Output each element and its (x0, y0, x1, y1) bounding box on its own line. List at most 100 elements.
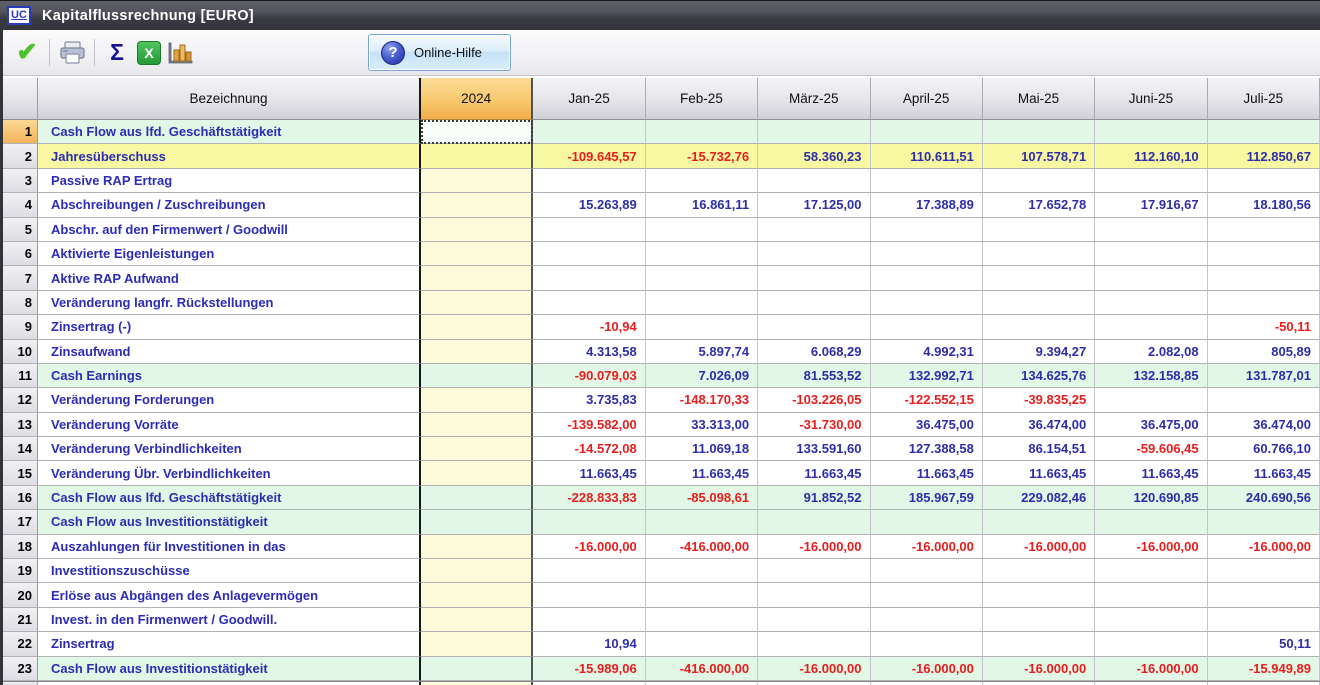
cell-2024[interactable] (421, 218, 533, 242)
row-label-cell[interactable]: Cash Flow aus Investitionstätigkeit (38, 510, 421, 534)
cell-month[interactable]: 36.475,00 (1095, 413, 1207, 437)
cell-2024[interactable] (421, 559, 533, 583)
cell-month[interactable] (983, 169, 1095, 193)
cell-month[interactable] (1095, 315, 1207, 339)
cell-month[interactable] (646, 608, 758, 632)
cell-month[interactable]: 133.591,60 (758, 437, 870, 461)
cell-2024[interactable] (421, 242, 533, 266)
cell-month[interactable] (1095, 559, 1207, 583)
cell-month[interactable]: -16.000,00 (758, 535, 870, 559)
cell-2024[interactable] (421, 510, 533, 534)
cell-month[interactable]: 15.263,89 (533, 193, 645, 217)
print-button[interactable] (56, 36, 88, 70)
cell-month[interactable] (758, 218, 870, 242)
row-label-cell[interactable]: Aktive RAP Aufwand (38, 266, 421, 290)
sum-button[interactable]: Σ (101, 36, 133, 70)
column-header-2024[interactable]: 2024 (421, 78, 533, 120)
cell-month[interactable] (871, 120, 983, 144)
cell-month[interactable]: 127.388,58 (871, 437, 983, 461)
row-label-cell[interactable]: Jahresüberschuss (38, 144, 421, 168)
cell-month[interactable]: 91.852,52 (758, 486, 870, 510)
cell-month[interactable]: 110.611,51 (871, 144, 983, 168)
cell-month[interactable] (533, 559, 645, 583)
cell-month[interactable] (758, 120, 870, 144)
cell-month[interactable] (646, 291, 758, 315)
cell-month[interactable] (871, 583, 983, 607)
cell-month[interactable] (1208, 120, 1320, 144)
cell-month[interactable] (983, 291, 1095, 315)
row-number-cell[interactable]: 21 (3, 608, 38, 632)
column-header-mai-25[interactable]: Mai-25 (983, 78, 1095, 120)
cell-month[interactable]: 17.652,78 (983, 193, 1095, 217)
cell-month[interactable] (871, 291, 983, 315)
cell-month[interactable]: 4.992,31 (871, 340, 983, 364)
cell-month[interactable] (646, 218, 758, 242)
cell-month[interactable]: -16.000,00 (871, 535, 983, 559)
cell-month[interactable]: -16.000,00 (1208, 535, 1320, 559)
row-number-cell[interactable]: 12 (3, 388, 38, 412)
cell-month[interactable] (1208, 510, 1320, 534)
cell-month[interactable] (1095, 291, 1207, 315)
corner-header-cell[interactable] (3, 78, 38, 120)
cell-month[interactable] (646, 559, 758, 583)
cell-month[interactable] (533, 266, 645, 290)
cell-month[interactable] (758, 266, 870, 290)
cell-month[interactable]: 16.861,11 (646, 193, 758, 217)
row-number-cell[interactable]: 17 (3, 510, 38, 534)
cell-month[interactable]: -122.552,15 (871, 388, 983, 412)
row-label-cell[interactable]: Invest. in den Firmenwert / Goodwill. (38, 608, 421, 632)
cell-2024[interactable] (421, 608, 533, 632)
chart-button[interactable] (165, 36, 197, 70)
cell-month[interactable]: 10,94 (533, 632, 645, 656)
cell-month[interactable] (758, 315, 870, 339)
row-number-cell[interactable]: 5 (3, 218, 38, 242)
cell-month[interactable] (758, 242, 870, 266)
row-number-cell[interactable]: 6 (3, 242, 38, 266)
cell-2024[interactable] (421, 340, 533, 364)
cell-month[interactable]: 9.394,27 (983, 340, 1095, 364)
cell-2024[interactable] (421, 413, 533, 437)
cell-month[interactable]: 112.160,10 (1095, 144, 1207, 168)
cell-month[interactable] (646, 632, 758, 656)
cell-month[interactable] (1208, 266, 1320, 290)
column-header-jan-25[interactable]: Jan-25 (533, 78, 645, 120)
cell-month[interactable] (983, 608, 1095, 632)
cell-month[interactable]: -416.000,00 (646, 657, 758, 681)
row-number-cell[interactable]: 4 (3, 193, 38, 217)
cell-month[interactable]: -90.079,03 (533, 364, 645, 388)
cell-month[interactable] (1208, 388, 1320, 412)
cell-month[interactable]: -85.098,61 (646, 486, 758, 510)
cell-month[interactable] (871, 632, 983, 656)
cell-month[interactable]: 5.897,74 (646, 340, 758, 364)
cell-month[interactable] (983, 559, 1095, 583)
cell-month[interactable] (983, 632, 1095, 656)
cell-month[interactable] (758, 510, 870, 534)
column-header-juni-25[interactable]: Juni-25 (1095, 78, 1207, 120)
cell-month[interactable]: -50,11 (1208, 315, 1320, 339)
cell-month[interactable]: 11.663,45 (1208, 461, 1320, 485)
cell-month[interactable] (983, 120, 1095, 144)
row-label-cell[interactable]: Veränderung Verbindlichkeiten (38, 437, 421, 461)
cell-month[interactable] (646, 169, 758, 193)
cell-month[interactable] (983, 242, 1095, 266)
row-label-cell[interactable]: Zinsertrag (38, 632, 421, 656)
cell-month[interactable]: -103.226,05 (758, 388, 870, 412)
cell-month[interactable]: -16.000,00 (758, 657, 870, 681)
cell-month[interactable] (871, 218, 983, 242)
cell-month[interactable]: 17.916,67 (1095, 193, 1207, 217)
row-label-cell[interactable]: Investitionszuschüsse (38, 559, 421, 583)
cell-month[interactable]: -139.582,00 (533, 413, 645, 437)
cell-month[interactable] (758, 559, 870, 583)
column-header-feb-25[interactable]: Feb-25 (646, 78, 758, 120)
row-number-cell[interactable]: 1 (3, 120, 38, 144)
cell-month[interactable]: -10,94 (533, 315, 645, 339)
cell-2024[interactable] (421, 364, 533, 388)
cell-month[interactable]: -59.606,45 (1095, 437, 1207, 461)
cell-month[interactable]: 6.068,29 (758, 340, 870, 364)
cell-month[interactable]: 134.625,76 (983, 364, 1095, 388)
cell-month[interactable] (758, 632, 870, 656)
cell-month[interactable] (646, 266, 758, 290)
cell-month[interactable]: -15.949,89 (1208, 657, 1320, 681)
cell-month[interactable]: 36.475,00 (871, 413, 983, 437)
row-label-cell[interactable]: Abschr. auf den Firmenwert / Goodwill (38, 218, 421, 242)
